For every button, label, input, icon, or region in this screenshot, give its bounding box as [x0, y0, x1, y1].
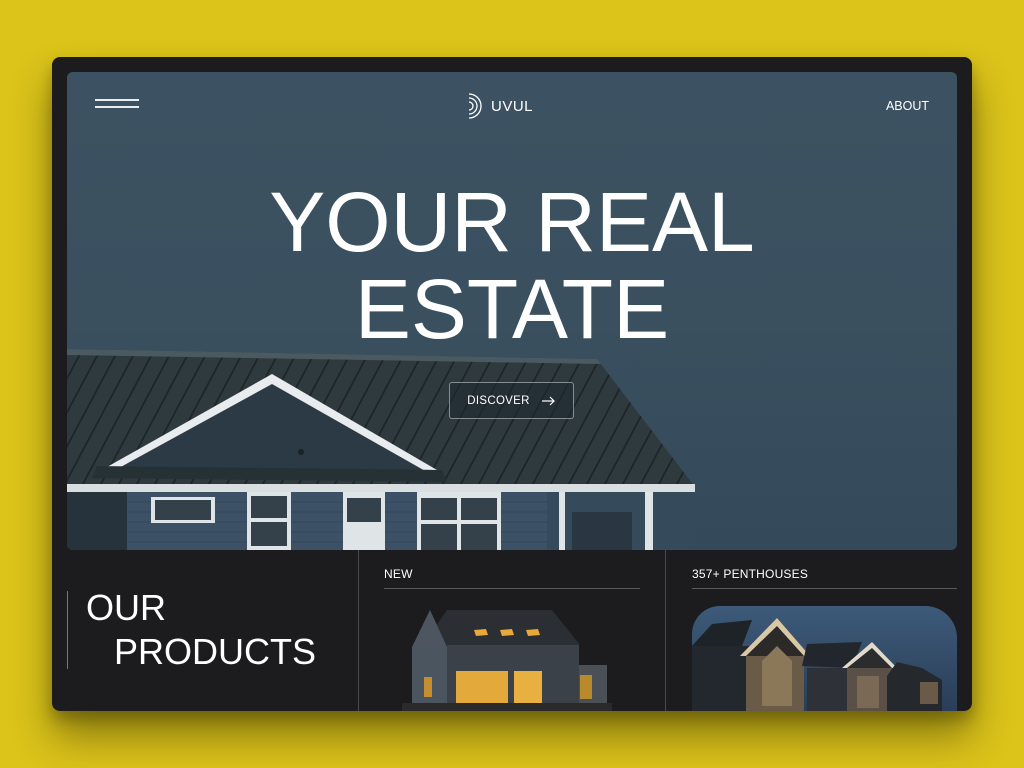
card-rule — [692, 588, 957, 589]
logo-icon — [468, 93, 482, 119]
column-divider — [665, 550, 666, 711]
products-title-line1: OUR — [86, 587, 166, 628]
menu-icon-line-top — [95, 99, 139, 101]
penthouses-image[interactable] — [692, 606, 957, 711]
discover-button-label: DISCOVER — [467, 394, 530, 407]
new-house-illustration — [402, 605, 612, 711]
menu-icon-line-bottom — [95, 106, 139, 108]
arrow-right-icon — [541, 396, 555, 405]
browser-window: UVUL ABOUT YOUR REAL ESTATE DISCOVER OUR… — [52, 57, 972, 711]
about-link[interactable]: ABOUT — [886, 99, 929, 113]
card-rule — [384, 588, 640, 589]
hero-section: UVUL ABOUT YOUR REAL ESTATE DISCOVER — [67, 72, 957, 550]
column-divider — [358, 550, 359, 711]
menu-icon[interactable] — [95, 99, 139, 109]
penthouses-illustration — [692, 606, 957, 711]
logo[interactable]: UVUL — [465, 92, 533, 120]
hero-headline-line1: YOUR REAL — [269, 175, 755, 269]
hero-headline-line2: ESTATE — [354, 262, 670, 356]
new-house-image[interactable] — [402, 605, 612, 711]
discover-button[interactable]: DISCOVER — [449, 382, 574, 419]
products-title-line2: PRODUCTS — [114, 631, 317, 672]
card-label-new: NEW — [384, 567, 413, 581]
products-accent-line — [67, 591, 68, 669]
card-label-penthouses: 357+ PENTHOUSES — [692, 567, 809, 581]
logo-text: UVUL — [491, 97, 534, 115]
